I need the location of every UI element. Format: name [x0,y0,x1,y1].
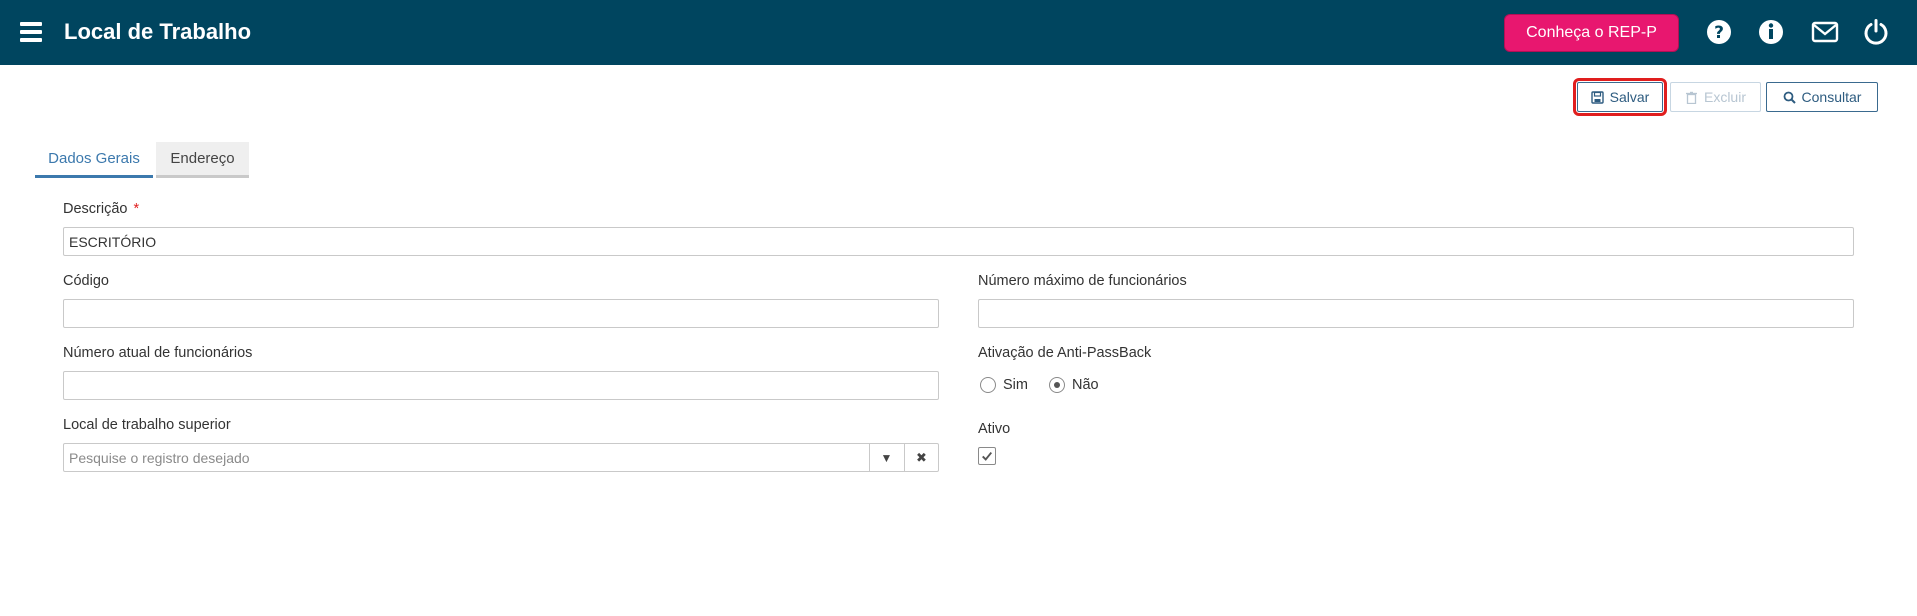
menu-icon[interactable] [20,22,42,42]
atual-funcionarios-label: Número atual de funcionários [63,345,253,361]
mail-icon[interactable] [1811,18,1839,46]
tab-endereco[interactable]: Endereço [156,142,249,178]
anti-passback-sim[interactable]: Sim [980,377,1028,393]
ativo-label: Ativo [978,421,1011,437]
save-icon [1590,90,1604,104]
search-icon [1783,91,1796,104]
save-button[interactable]: Salvar [1573,78,1667,116]
help-icon[interactable]: ? [1705,18,1733,46]
tab-dados-gerais[interactable]: Dados Gerais [35,142,153,178]
codigo-input[interactable] [63,299,939,328]
check-icon [982,451,993,461]
rep-p-button[interactable]: Conheça o REP-P [1504,14,1679,52]
required-mark: * [133,201,140,217]
chevron-down-icon[interactable]: ▼ [869,444,903,471]
local-superior-label: Local de trabalho superior [63,417,231,433]
max-funcionarios-label: Número máximo de funcionários [978,273,1187,289]
delete-label: Excluir [1703,89,1746,105]
radio-sim[interactable] [980,377,996,393]
anti-passback-label: Ativação de Anti-PassBack [978,345,1152,361]
top-bar: Local de Trabalho Conheça o REP-P ? [0,0,1917,65]
codigo-label: Código [63,273,109,289]
ativo-checkbox[interactable] [978,447,996,465]
info-icon[interactable] [1757,18,1785,46]
local-superior-placeholder: Pesquise o registro desejado [69,449,250,466]
atual-funcionarios-input[interactable] [63,371,939,400]
anti-passback-nao[interactable]: Não [1049,377,1099,393]
descricao-input[interactable]: ESCRITÓRIO [63,227,1854,256]
local-superior-select[interactable]: Pesquise o registro desejado ▼ ✖ [63,443,939,472]
clear-icon[interactable]: ✖ [904,444,938,471]
max-funcionarios-input[interactable] [978,299,1854,328]
search-button[interactable]: Consultar [1766,82,1878,112]
delete-button[interactable]: Excluir [1670,82,1761,112]
search-label: Consultar [1801,89,1862,105]
trash-icon [1685,91,1697,104]
descricao-label: Descrição * [63,201,140,217]
save-label: Salvar [1609,89,1650,105]
svg-text:?: ? [1714,23,1724,43]
power-icon[interactable] [1862,18,1890,46]
page-title: Local de Trabalho [64,19,252,44]
radio-nao[interactable] [1049,377,1065,393]
